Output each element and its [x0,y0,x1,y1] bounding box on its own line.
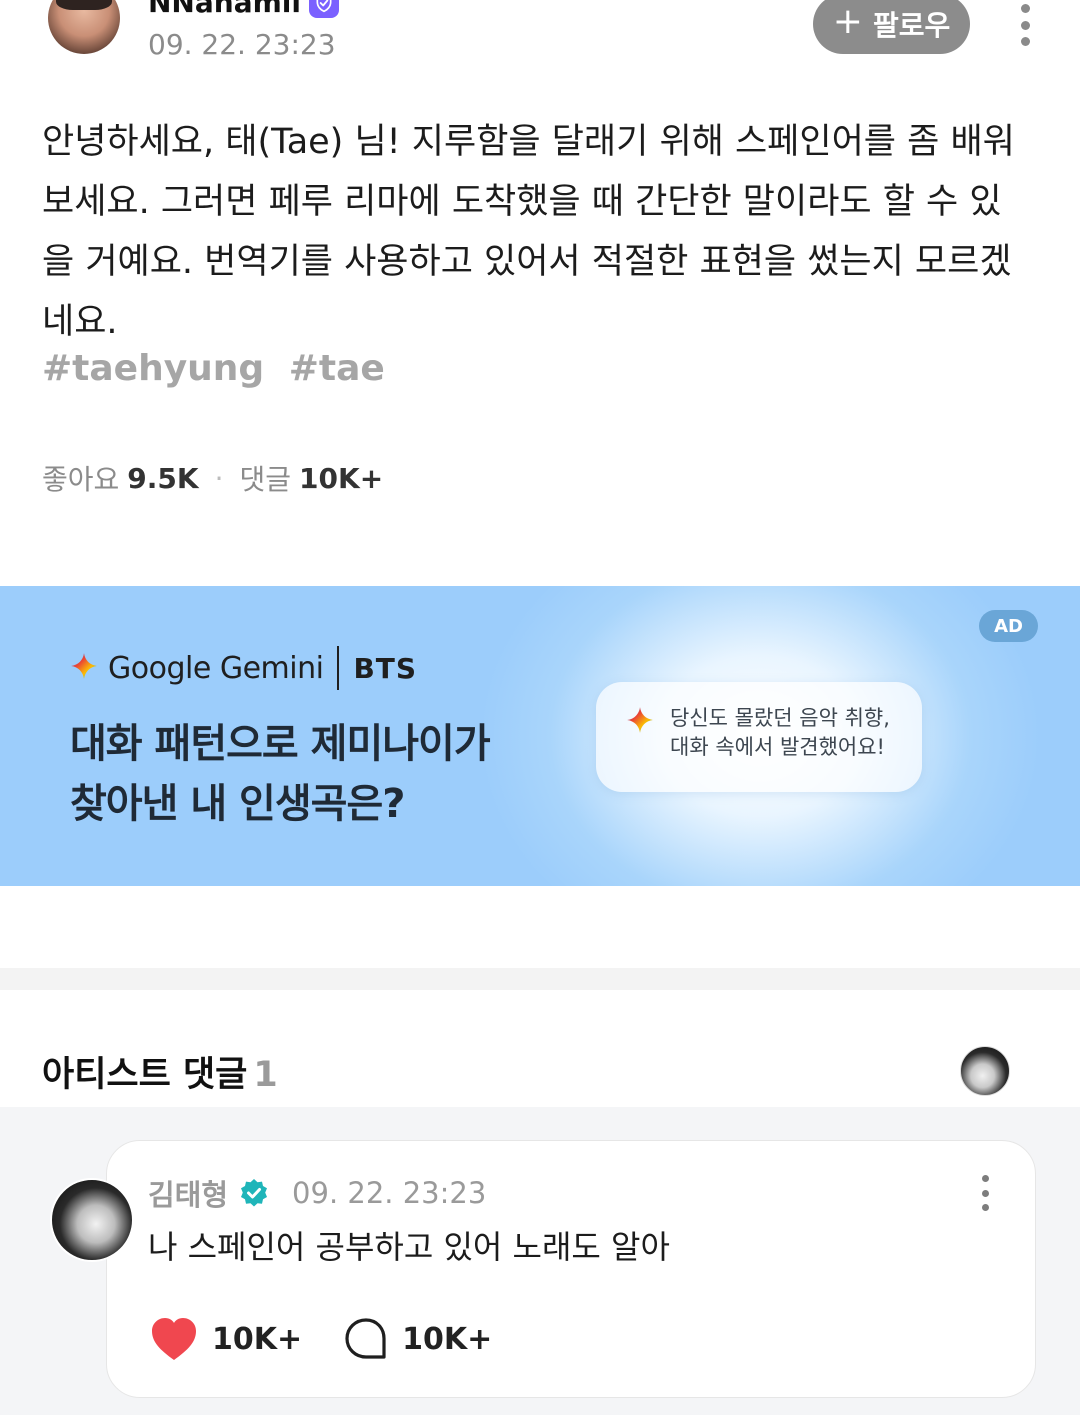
reply-button[interactable]: 10K+ [344,1317,492,1361]
comment-actions: 10K+ 10K+ [150,1316,492,1362]
ad-headline-line: 찾아낸 내 인생곡은? [70,781,405,827]
ad-brand-name: Google Gemini [108,650,324,686]
reply-count: 10K+ [402,1321,493,1357]
gemini-sparkle-icon [70,652,98,684]
verified-badge-icon [308,0,339,18]
speech-bubble-icon [344,1317,388,1361]
ad-headline: 대화 패턴으로 제미나이가 찾아낸 내 인생곡은? [70,714,491,834]
ad-card-line: 대화 속에서 발견했어요! [670,735,885,759]
artist-avatar-thumb[interactable] [960,1046,1010,1096]
comment-more-icon[interactable] [978,1175,992,1211]
author-avatar[interactable] [48,0,120,54]
author-name[interactable]: NNanamii [148,0,301,19]
ad-partner-name: BTS [353,651,418,685]
comments-label: 댓글 [239,463,292,496]
ad-headline-line: 대화 패턴으로 제미나이가 [70,721,491,767]
ad-brand: Google Gemini BTS [70,646,417,690]
hashtag-link[interactable]: #taehyung [42,348,264,389]
brand-divider [337,646,340,690]
comment-text: 나 스페인어 공부하고 있어 노래도 알아 [148,1228,670,1266]
follow-label: 팔로우 [872,9,951,42]
like-count: 10K+ [212,1321,303,1357]
ad-badge: AD [979,610,1038,642]
heart-icon [150,1316,198,1362]
post-header: NNanamii 09. 22. 23:23 + 팔로우 [0,0,1080,80]
artist-comments-label: 아티스트 댓글 [42,1055,248,1095]
likes-count[interactable]: 9.5K [127,462,198,495]
gemini-sparkle-icon [626,706,654,738]
plus-icon: + [832,1,863,42]
commenter-name[interactable]: 김태형 [148,1172,228,1214]
artist-comments-title: 아티스트 댓글 1 [42,1046,278,1097]
follow-button[interactable]: + 팔로우 [813,0,970,54]
ad-message-card: 당신도 몰랐던 음악 취향, 대화 속에서 발견했어요! [596,682,922,792]
post-time: 09. 22. 23:23 [148,28,336,61]
commenter-avatar[interactable] [50,1178,134,1262]
ad-card-line: 당신도 몰랐던 음악 취향, [670,706,890,730]
ad-card-text: 당신도 몰랐던 음악 취향, 대화 속에서 발견했어요! [670,704,890,762]
post-stats: 좋아요 9.5K · 댓글 10K+ [42,458,383,498]
verified-seal-icon [238,1177,270,1209]
comments-count[interactable]: 10K+ [299,462,383,495]
ad-banner[interactable]: AD Google Gemini BTS 대화 패턴으로 제미나이가 찾아낸 내… [0,586,1080,886]
post-body: 안녕하세요, 태(Tae) 님! 지루함을 달래기 위해 스페인어를 좀 배워보… [42,122,1015,342]
more-options-icon[interactable] [1010,0,1040,50]
separator-dot: · [214,461,224,495]
hashtag-link[interactable]: #tae [289,348,385,389]
section-divider [0,968,1080,990]
post-tags: #taehyung #tae [42,348,397,389]
likes-label: 좋아요 [42,463,120,496]
artist-comments-count: 1 [253,1055,278,1095]
comment-header: 김태형 09. 22. 23:23 [148,1172,486,1214]
author-row: NNanamii [148,0,339,19]
comment-time: 09. 22. 23:23 [292,1176,487,1210]
like-button[interactable]: 10K+ [150,1316,302,1362]
